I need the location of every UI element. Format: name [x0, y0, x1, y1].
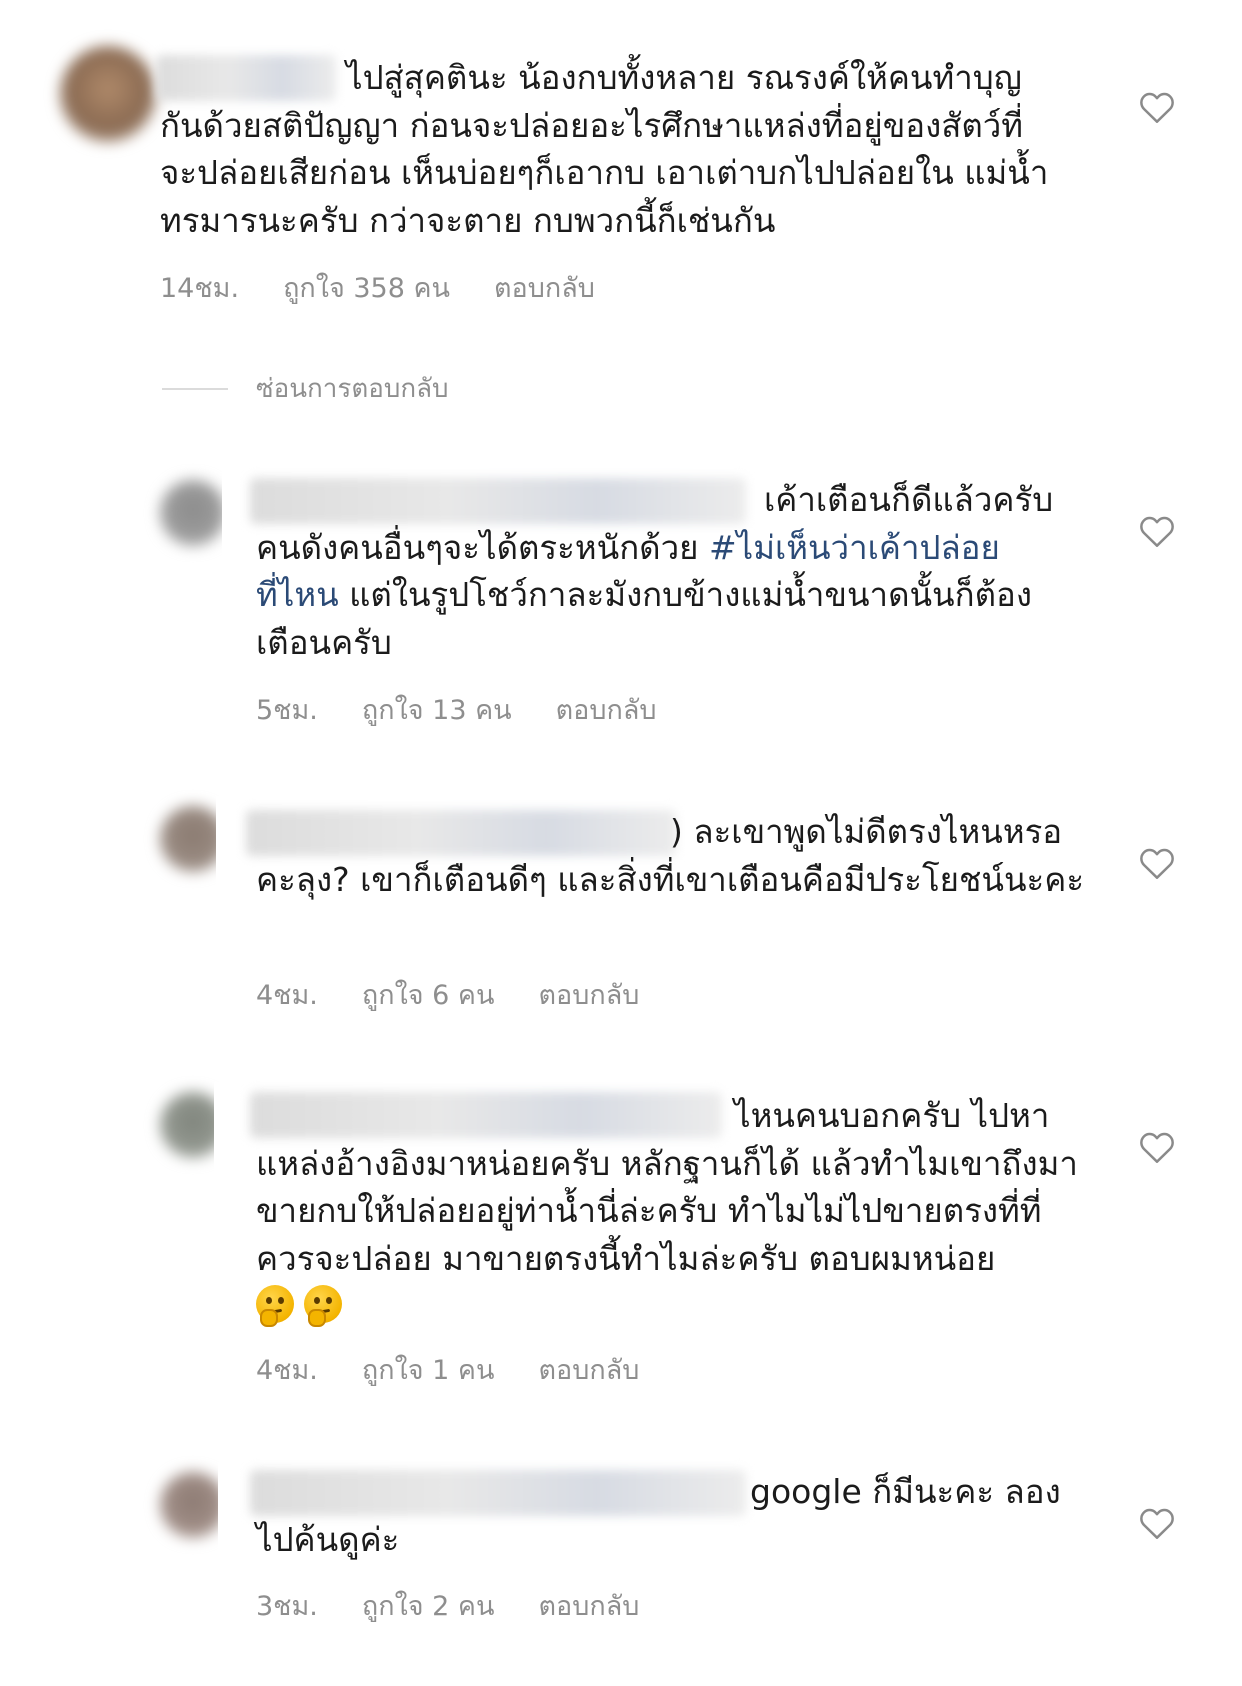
- comment-time: 14ชม.: [160, 273, 240, 304]
- like-heart-icon[interactable]: [1138, 90, 1176, 124]
- hide-replies-divider: [162, 387, 228, 390]
- comment-text-body: แหล่งอ้างอิงมาหน่อยครับ หลักฐานก็ได้ แล้…: [256, 1143, 1078, 1278]
- reply-button[interactable]: ตอบกลับ: [538, 973, 639, 1016]
- avatar-mask: [214, 1082, 248, 1172]
- comment-likes[interactable]: ถูกใจ 358 คน: [283, 266, 450, 309]
- thinking-face-icon: [304, 1285, 342, 1327]
- reply-button[interactable]: ตอบกลับ: [538, 1584, 639, 1627]
- comment-text: ) ละเขาพูดไม่ดีตรงไหนหรอ คะลุง? เขาก็เตื…: [256, 808, 1096, 903]
- like-heart-icon[interactable]: [1138, 1130, 1176, 1164]
- comment-text-first-line: ไปสู่สุคตินะ น้องกบทั้งหลาย รณรงค์ให้คนท…: [346, 58, 1022, 97]
- comment-text: ไหนคนบอกครับ ไปหา แหล่งอ้างอิงมาหน่อยครั…: [256, 1092, 1096, 1330]
- reply-button[interactable]: ตอบกลับ: [538, 1348, 639, 1391]
- avatar-mask: [222, 470, 252, 560]
- comment-text-body: กันด้วยสติปัญญา ก่อนจะปล่อยอะไรศึกษาแหล่…: [160, 105, 1049, 240]
- comment-text-first-line: ) ละเขาพูดไม่ดีตรงไหนหรอ: [670, 812, 1063, 851]
- comment-text-body: ไปค้นดูค่ะ: [256, 1519, 400, 1559]
- comment-meta: 14ชม. ถูกใจ 358 คน ตอบกลับ: [160, 266, 595, 309]
- avatar[interactable]: [160, 1472, 226, 1538]
- comment-time: 3ชม.: [256, 1591, 318, 1622]
- comment-text: google ก็มีนะคะ ลอง ไปค้นดูค่ะ: [256, 1468, 1096, 1563]
- comment-text-body-end: แต่ในรูปโชว์กาละมังกบข้างแม่น้ำขนาดนั้นก…: [256, 575, 1032, 662]
- comment-likes[interactable]: ถูกใจ 1 คน: [362, 1348, 495, 1391]
- comment-text: เค้าเตือนก็ดีแล้วครับ คนดังคนอื่นๆจะได้ต…: [256, 476, 1082, 666]
- comment-meta: 4ชม. ถูกใจ 6 คน ตอบกลับ: [256, 973, 639, 1016]
- avatar[interactable]: [160, 480, 226, 546]
- comment-text-first-line: ไหนคนบอกครับ ไปหา: [734, 1096, 1050, 1135]
- comment-text: ไปสู่สุคตินะ น้องกบทั้งหลาย รณรงค์ให้คนท…: [160, 54, 1060, 244]
- comment-meta: 5ชม. ถูกใจ 13 คน ตอบกลับ: [256, 688, 657, 731]
- hide-replies-label[interactable]: ซ่อนการตอบกลับ: [256, 368, 449, 409]
- comment-likes[interactable]: ถูกใจ 13 คน: [362, 688, 512, 731]
- comment-meta: 4ชม. ถูกใจ 1 คน ตอบกลับ: [256, 1348, 639, 1391]
- comment-text-first-line: google ก็มีนะคะ ลอง: [750, 1472, 1061, 1511]
- comment-text-body: คนดังคนอื่นๆจะได้ตระหนักด้วย: [256, 527, 709, 567]
- comment-likes[interactable]: ถูกใจ 6 คน: [362, 973, 495, 1016]
- like-heart-icon[interactable]: [1138, 1506, 1176, 1540]
- comment-likes[interactable]: ถูกใจ 2 คน: [362, 1584, 495, 1627]
- avatar-mask: [218, 1462, 248, 1552]
- comment-time: 4ชม.: [256, 980, 318, 1011]
- comment-meta: 3ชม. ถูกใจ 2 คน ตอบกลับ: [256, 1584, 639, 1627]
- reply-button[interactable]: ตอบกลับ: [494, 266, 595, 309]
- comment-text-body: คะลุง? เขาก็เตือนดีๆ และสิ่งที่เขาเตือนค…: [256, 859, 1085, 899]
- like-heart-icon[interactable]: [1138, 514, 1176, 548]
- comment-time: 4ชม.: [256, 1355, 318, 1386]
- like-heart-icon[interactable]: [1138, 846, 1176, 880]
- reply-button[interactable]: ตอบกลับ: [556, 688, 657, 731]
- thinking-face-icon: [256, 1285, 294, 1327]
- avatar[interactable]: [60, 46, 156, 142]
- avatar-mask: [216, 796, 246, 886]
- comment-text-first-line: เค้าเตือนก็ดีแล้วครับ: [764, 480, 1054, 519]
- comment-time: 5ชม.: [256, 695, 318, 726]
- hide-replies-button[interactable]: ซ่อนการตอบกลับ: [162, 368, 449, 409]
